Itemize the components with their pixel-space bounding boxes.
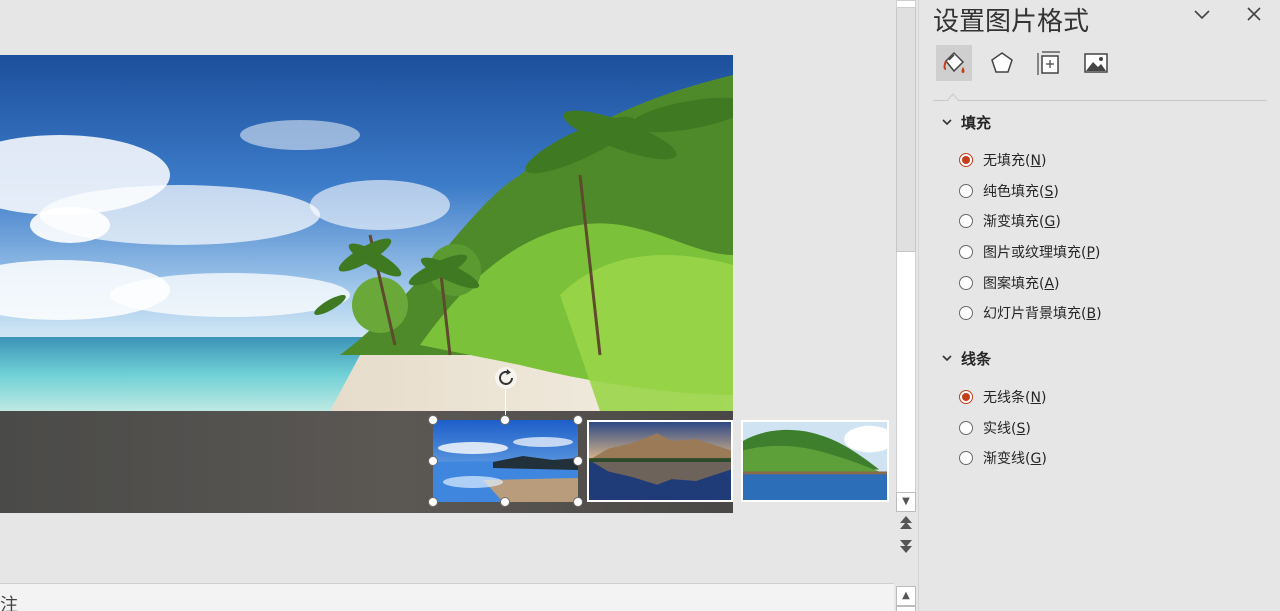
chevron-down-icon	[942, 119, 952, 126]
radio-button[interactable]	[959, 214, 973, 228]
radio-button[interactable]	[959, 421, 973, 435]
radio-button[interactable]	[959, 451, 973, 465]
pane-options-button[interactable]	[1191, 3, 1213, 25]
radio-no-fill[interactable]: 无填充(N)	[959, 150, 1046, 170]
resize-handle-top-right[interactable]	[573, 415, 583, 425]
resize-handle-top-left[interactable]	[428, 415, 438, 425]
tab-effects[interactable]	[984, 45, 1020, 81]
option-label: 渐变线(G)	[983, 451, 1047, 467]
option-label: 实线(S)	[983, 421, 1031, 437]
radio-button[interactable]	[959, 390, 973, 404]
picture-icon	[1084, 53, 1108, 73]
resize-handle-bottom-right[interactable]	[573, 497, 583, 507]
option-label: 幻灯片背景填充(B)	[983, 306, 1102, 322]
slide-editor	[0, 0, 894, 583]
fill-section-title: 填充	[961, 113, 992, 132]
format-picture-pane: 设置图片格式 填充 无填充(N) 纯色填充(S) 渐变填充(G) 图片或纹理填充…	[918, 0, 1280, 611]
tab-fill-and-line[interactable]	[936, 45, 972, 81]
radio-picture-texture-fill[interactable]: 图片或纹理填充(P)	[959, 242, 1100, 262]
radio-pattern-fill[interactable]: 图案填充(A)	[959, 273, 1060, 293]
radio-solid-fill[interactable]: 纯色填充(S)	[959, 181, 1059, 201]
thumbnail-beach-reflection[interactable]	[433, 420, 578, 502]
radio-no-line[interactable]: 无线条(N)	[959, 387, 1046, 407]
radio-button[interactable]	[959, 184, 973, 198]
thumbnail-mountain-lake[interactable]	[587, 420, 733, 502]
chevron-down-icon	[942, 355, 952, 362]
beach-photo[interactable]	[0, 55, 733, 411]
thumbnail-green-island[interactable]	[741, 420, 889, 502]
option-label: 渐变填充(G)	[983, 214, 1061, 230]
radio-gradient-line[interactable]: 渐变线(G)	[959, 448, 1047, 468]
notes-scroll-down-button[interactable]	[896, 606, 916, 611]
option-label: 图片或纹理填充(P)	[983, 245, 1101, 261]
paint-bucket-icon	[943, 51, 965, 73]
size-properties-icon	[1037, 51, 1060, 75]
fill-section-header[interactable]: 填充	[941, 112, 991, 132]
notes-pane[interactable]: 注	[0, 583, 894, 611]
radio-slide-background-fill[interactable]: 幻灯片背景填充(B)	[959, 303, 1102, 323]
pentagon-icon	[991, 52, 1013, 73]
option-label: 无线条(N)	[983, 390, 1047, 406]
option-label: 图案填充(A)	[983, 276, 1060, 292]
option-label: 无填充(N)	[983, 153, 1047, 169]
resize-handle-left[interactable]	[428, 456, 438, 466]
chevron-down-icon	[1194, 10, 1210, 20]
resize-handle-right[interactable]	[573, 456, 583, 466]
notes-label: 注	[0, 595, 18, 611]
line-section-title: 线条	[961, 349, 992, 368]
line-section-header[interactable]: 线条	[941, 348, 991, 368]
editor-scrollbar[interactable]: ▼	[894, 0, 918, 583]
notes-scrollbar[interactable]: ▲	[894, 583, 918, 611]
resize-handle-bottom[interactable]	[500, 497, 510, 507]
radio-button[interactable]	[959, 245, 973, 259]
pane-title: 设置图片格式	[933, 7, 1090, 37]
selected-tab-pointer	[947, 93, 959, 101]
tab-size-and-properties[interactable]	[1031, 45, 1067, 81]
resize-handle-bottom-left[interactable]	[428, 497, 438, 507]
radio-button[interactable]	[959, 153, 973, 167]
next-slide-button[interactable]	[898, 537, 914, 555]
beach-photo-image	[0, 55, 733, 411]
rotate-icon[interactable]	[494, 366, 518, 390]
tab-divider	[933, 100, 1267, 101]
radio-solid-line[interactable]: 实线(S)	[959, 418, 1031, 438]
radio-button[interactable]	[959, 276, 973, 290]
scroll-up-button[interactable]	[896, 0, 916, 8]
resize-handle-top[interactable]	[500, 415, 510, 425]
scrollbar-thumb[interactable]	[896, 0, 916, 252]
close-icon	[1247, 7, 1261, 21]
double-down-arrow-icon	[900, 540, 912, 553]
tab-picture[interactable]	[1078, 45, 1114, 81]
previous-slide-button[interactable]	[898, 515, 914, 533]
option-label: 纯色填充(S)	[983, 184, 1059, 200]
double-up-arrow-icon	[900, 516, 912, 529]
scroll-down-button[interactable]: ▼	[896, 492, 916, 512]
pane-close-button[interactable]	[1243, 3, 1265, 25]
radio-button[interactable]	[959, 306, 973, 320]
notes-scroll-up-button[interactable]: ▲	[896, 586, 916, 606]
radio-gradient-fill[interactable]: 渐变填充(G)	[959, 211, 1061, 231]
